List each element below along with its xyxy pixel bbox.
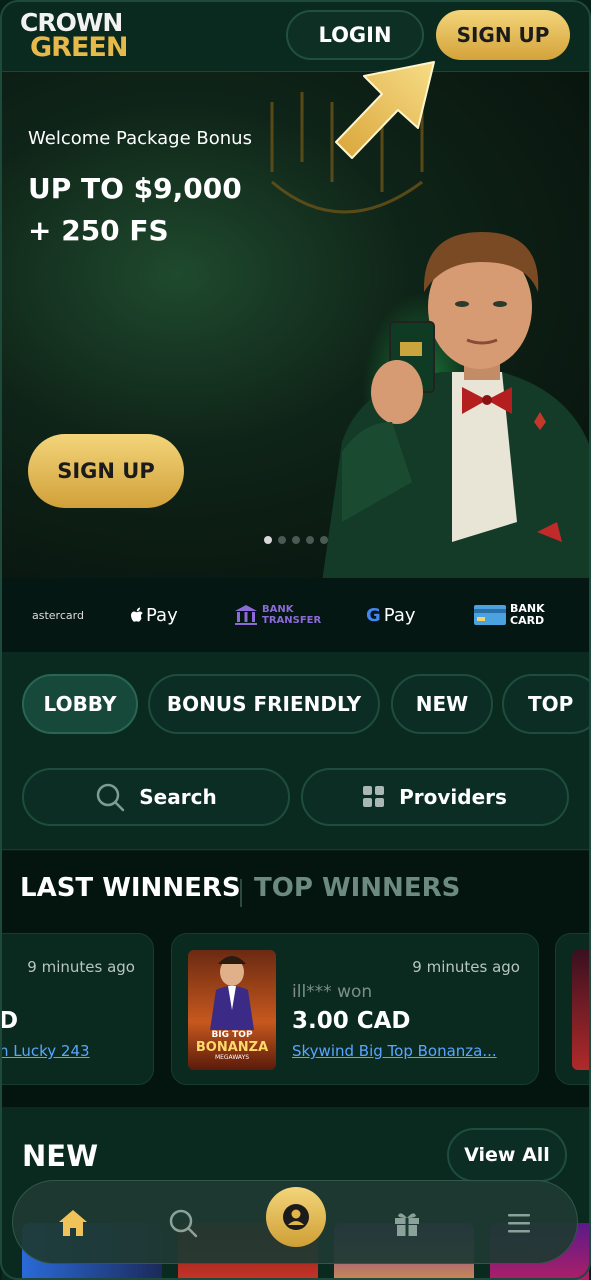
google-g-icon: G (366, 604, 381, 626)
bank-card-logo: BANK CARD (474, 578, 545, 652)
google-pay-label: Pay (383, 604, 416, 626)
game-thumbnail[interactable] (572, 950, 589, 1070)
login-button[interactable]: LOGIN (286, 10, 424, 60)
signup-button[interactable]: SIGN UP (436, 10, 570, 60)
nav-promotions[interactable] (377, 1181, 437, 1265)
logo-bottom-text: GREEN (30, 32, 128, 63)
nav-account[interactable] (266, 1187, 326, 1247)
nav-home[interactable] (43, 1181, 103, 1265)
apple-pay-label: Pay (146, 604, 178, 626)
search-label: Search (139, 785, 217, 809)
thumb-title-top: BIG TOP (211, 1030, 253, 1040)
nav-search[interactable] (153, 1181, 213, 1265)
carousel-dots (264, 536, 328, 544)
search-button[interactable]: Search (22, 768, 290, 826)
winner-game-link[interactable]: Skywind Big Top Bonanza... (292, 1042, 497, 1060)
google-pay-logo: G Pay (366, 578, 416, 652)
carousel-dot[interactable] (306, 536, 314, 544)
thumb-title-main: BONANZA (195, 1040, 269, 1055)
hero-man-image (322, 232, 589, 578)
winner-amount: D (2, 1008, 18, 1034)
hero-banner[interactable]: Welcome Package Bonus UP TO $9,000 + 250… (2, 72, 589, 578)
hero-signup-button[interactable]: SIGN UP (28, 434, 184, 508)
search-icon (169, 1209, 198, 1238)
carousel-dot[interactable] (278, 536, 286, 544)
card-icon (474, 605, 506, 625)
category-chip-bonus-friendly[interactable]: BONUS FRIENDLY (148, 674, 380, 734)
hero-amount-line2: + 250 FS (28, 214, 169, 247)
grid-icon (363, 786, 385, 807)
view-all-button[interactable]: View All (447, 1128, 567, 1182)
bank-card-line2: CARD (510, 614, 545, 627)
search-icon (97, 783, 125, 812)
carousel-dot[interactable] (264, 536, 272, 544)
mastercard-label: astercard (32, 608, 84, 622)
winner-amount: 3.00 CAD (292, 1008, 411, 1034)
category-chip-new[interactable]: NEW (391, 674, 493, 734)
nav-menu[interactable] (489, 1181, 549, 1265)
bottom-navigation (12, 1180, 578, 1264)
section-title-new: NEW (22, 1139, 99, 1173)
gift-icon (395, 1213, 419, 1236)
game-thumbnail[interactable]: BIG TOP BONANZA MEGAWAYS (188, 950, 276, 1070)
hero-amount-line1: UP TO $9,000 (28, 172, 242, 205)
winner-time: 9 minutes ago (412, 958, 520, 976)
providers-button[interactable]: Providers (301, 768, 569, 826)
winner-card[interactable]: 9 minutes ago D n Lucky 243 (2, 933, 154, 1085)
pointing-arrow-icon (335, 61, 435, 159)
bank-card-label: BANK CARD (510, 603, 545, 627)
bank-transfer-logo: BANK TRANSFER (234, 578, 321, 652)
category-section: LOBBY BONUS FRIENDLY NEW TOP Search Prov… (2, 652, 589, 850)
tab-last-winners[interactable]: LAST WINNERS (20, 873, 241, 903)
winner-card[interactable]: BIG TOP BONANZA MEGAWAYS 9 minutes ago i… (171, 933, 539, 1085)
header: CROWN GREEN LOGIN SIGN UP (0, 0, 591, 72)
home-icon (59, 1210, 87, 1236)
category-chip-top[interactable]: TOP (502, 674, 589, 734)
apple-pay-logo: Pay (130, 578, 178, 652)
crowngreen-logo[interactable]: CROWN GREEN (20, 10, 140, 62)
winner-time: 9 minutes ago (27, 958, 135, 976)
winner-card[interactable] (555, 933, 589, 1085)
carousel-dot[interactable] (292, 536, 300, 544)
tab-divider (240, 879, 242, 907)
ringmaster-image (210, 956, 254, 1030)
thumb-subtitle: MEGAWAYS (214, 1054, 250, 1061)
bank-icon (235, 605, 257, 625)
menu-icon (508, 1214, 530, 1233)
bank-transfer-label: BANK TRANSFER (262, 604, 321, 626)
bank-transfer-line1: BANK (262, 604, 294, 615)
mastercard-logo: astercard (32, 578, 84, 652)
hero-bonus-amount: UP TO $9,000 + 250 FS (28, 168, 308, 252)
category-chip-lobby[interactable]: LOBBY (22, 674, 138, 734)
account-icon (283, 1204, 309, 1230)
hero-bonus-title: Welcome Package Bonus (28, 128, 252, 149)
carousel-dot[interactable] (320, 536, 328, 544)
providers-label: Providers (399, 785, 507, 809)
apple-icon (131, 607, 143, 622)
winner-game-link[interactable]: n Lucky 243 (2, 1042, 90, 1060)
payment-methods-strip: astercard Pay BANK TRANSFER G Pay BANK C… (2, 578, 589, 652)
bank-transfer-line2: TRANSFER (262, 615, 322, 626)
winner-user: ill*** won (292, 982, 373, 1002)
tab-top-winners[interactable]: TOP WINNERS (254, 873, 460, 903)
winners-section: LAST WINNERS TOP WINNERS 9 minutes ago D… (2, 851, 589, 1107)
